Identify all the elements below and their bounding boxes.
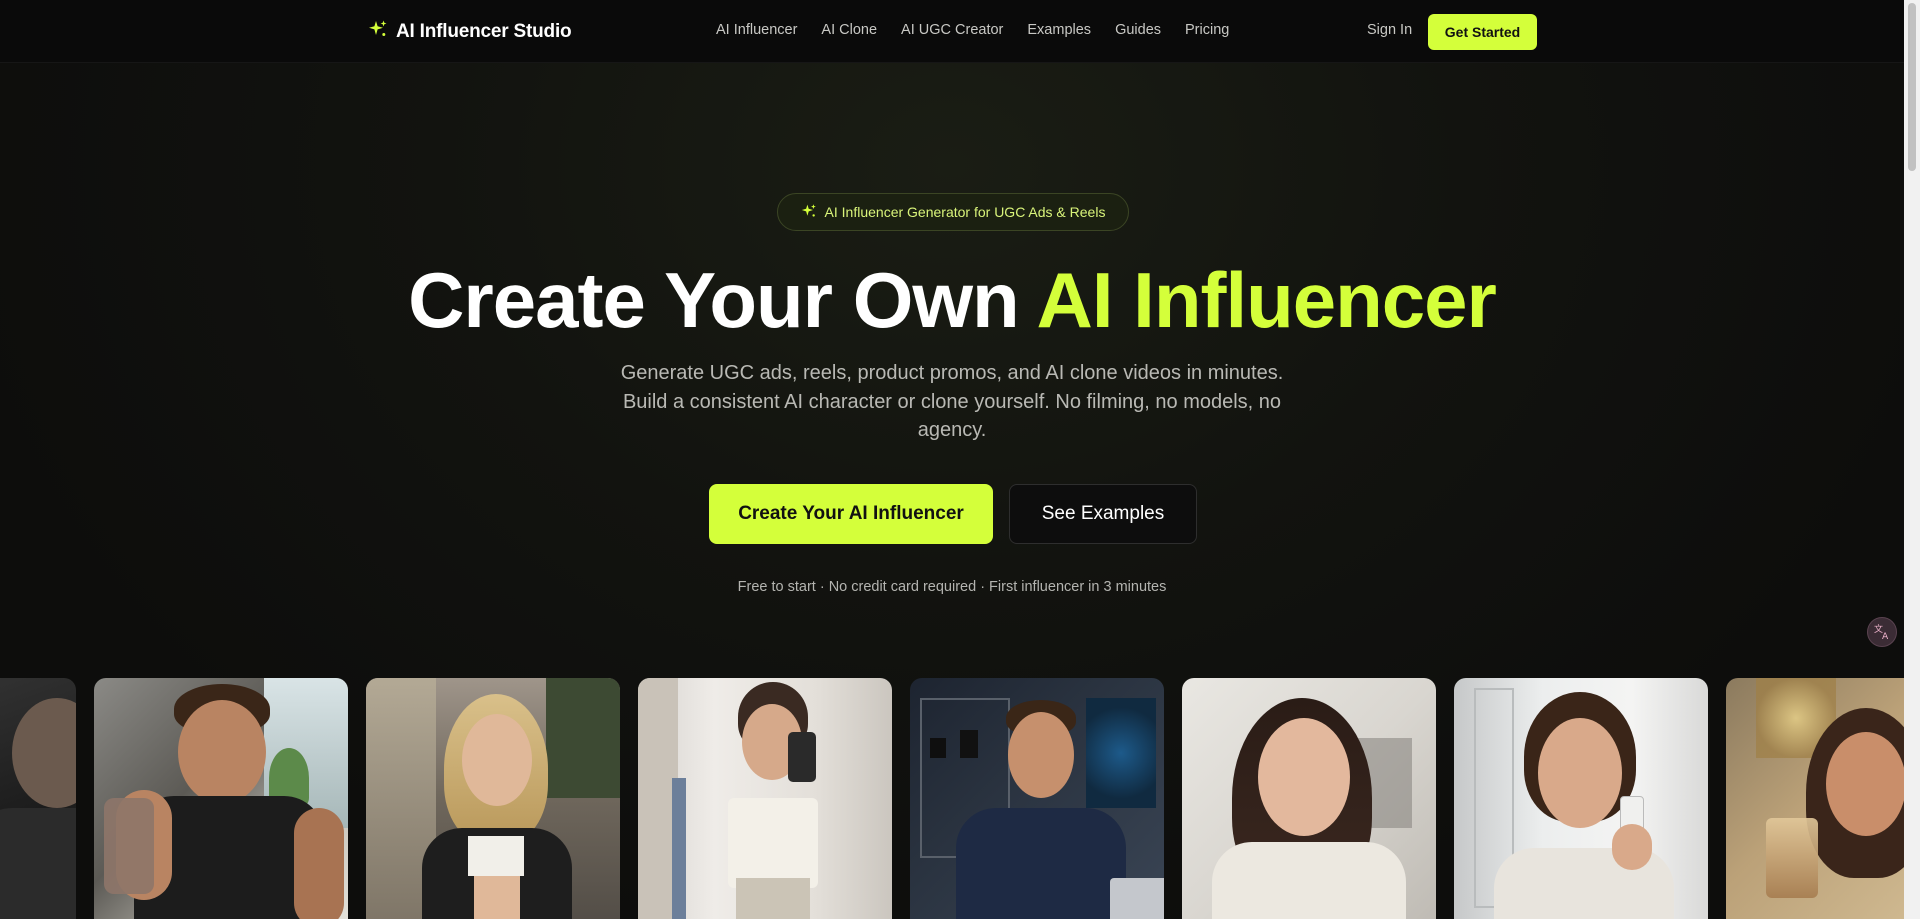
- influencer-card[interactable]: [1454, 678, 1708, 919]
- get-started-button[interactable]: Get Started: [1428, 14, 1537, 50]
- nav-link-ai-influencer[interactable]: AI Influencer: [716, 22, 797, 38]
- svg-text:A: A: [1882, 632, 1889, 641]
- influencer-card[interactable]: [638, 678, 892, 919]
- scrollbar-thumb[interactable]: [1908, 3, 1916, 171]
- create-influencer-button[interactable]: Create Your AI Influencer: [709, 484, 993, 544]
- logo-text: AI Influencer Studio: [396, 20, 572, 42]
- hero-subtitle: Generate UGC ads, reels, product promos,…: [620, 362, 1284, 441]
- influencer-card[interactable]: [94, 678, 348, 919]
- nav-link-ai-clone[interactable]: AI Clone: [821, 22, 877, 38]
- hero-badge-label: AI Influencer Generator for UGC Ads & Re…: [824, 204, 1106, 220]
- nav-link-guides[interactable]: Guides: [1115, 22, 1161, 38]
- nav-link-pricing[interactable]: Pricing: [1185, 22, 1229, 38]
- headline-accent: AI Influencer: [1036, 256, 1496, 344]
- influencer-card[interactable]: [366, 678, 620, 919]
- page: AI Influencer Studio AI Influencer AI Cl…: [0, 0, 1904, 919]
- sparkle-icon: [368, 19, 388, 44]
- vertical-scrollbar[interactable]: [1904, 0, 1920, 919]
- influencer-card[interactable]: [1182, 678, 1436, 919]
- sign-in-link[interactable]: Sign In: [1367, 22, 1412, 38]
- headline-plain: Create Your Own: [408, 256, 1037, 344]
- translate-icon[interactable]: 文 A: [1867, 617, 1897, 647]
- nav-link-examples[interactable]: Examples: [1027, 22, 1091, 38]
- hero-fineprint: Free to start · No credit card required …: [737, 579, 1167, 595]
- influencer-card[interactable]: [910, 678, 1164, 919]
- nav-links: AI Influencer AI Clone AI UGC Creator Ex…: [716, 22, 1229, 38]
- top-nav: AI Influencer Studio AI Influencer AI Cl…: [0, 0, 1904, 63]
- nav-link-ai-ugc-creator[interactable]: AI UGC Creator: [901, 22, 1003, 38]
- see-examples-button[interactable]: See Examples: [1009, 484, 1197, 544]
- influencer-card[interactable]: [0, 678, 76, 919]
- logo[interactable]: AI Influencer Studio: [368, 19, 572, 44]
- hero-headline: Create Your Own AI Influencer: [0, 254, 1904, 346]
- influencer-card[interactable]: [1726, 678, 1904, 919]
- hero-badge: AI Influencer Generator for UGC Ads & Re…: [777, 193, 1129, 231]
- sparkle-icon: [801, 203, 817, 222]
